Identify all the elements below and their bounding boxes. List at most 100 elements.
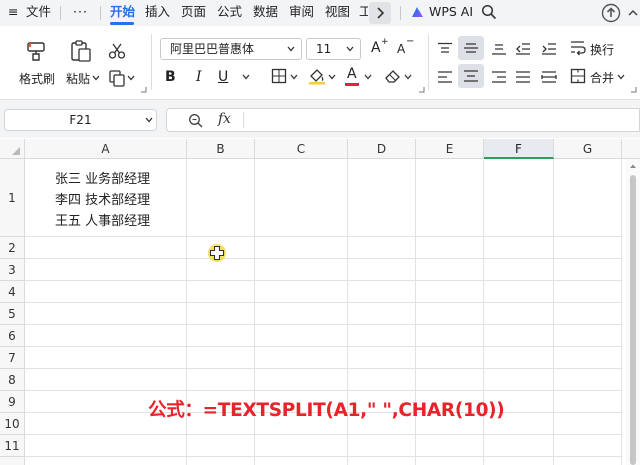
font-color-swatch xyxy=(345,83,359,86)
row-header-2[interactable]: 2 xyxy=(0,237,25,259)
formula-input[interactable]: fx xyxy=(166,108,640,132)
underline-dropdown-icon[interactable] xyxy=(242,74,250,80)
format-painter-label[interactable]: 格式刷 xyxy=(19,70,55,87)
merge-dropdown-icon[interactable] xyxy=(617,74,625,80)
format-painter-icon[interactable] xyxy=(25,40,47,62)
column-header-c[interactable]: C xyxy=(255,139,348,159)
decrease-indent-icon[interactable] xyxy=(515,42,531,56)
justify-icon[interactable] xyxy=(515,70,531,84)
copy-dropdown-icon[interactable] xyxy=(127,75,135,81)
hamburger-menu-icon[interactable]: ≡ xyxy=(8,4,18,20)
more-menu-icon[interactable]: ··· xyxy=(73,4,88,20)
grow-font-button[interactable]: A xyxy=(371,40,381,56)
column-header-g[interactable]: G xyxy=(554,139,622,159)
vertical-scrollbar[interactable] xyxy=(626,159,640,465)
file-menu[interactable]: 文件 xyxy=(26,4,51,20)
underline-button[interactable]: U xyxy=(218,69,228,85)
row-header-7[interactable]: 7 xyxy=(0,347,25,369)
align-right-icon[interactable] xyxy=(491,70,507,84)
align-bottom-icon[interactable] xyxy=(491,42,507,56)
merge-cells-icon[interactable] xyxy=(570,68,586,84)
wps-ai-button[interactable]: WPS AI xyxy=(429,4,473,20)
shrink-font-button[interactable]: A xyxy=(397,42,405,56)
font-size-select[interactable]: 11 xyxy=(306,38,361,60)
column-header-a[interactable]: A xyxy=(25,139,187,159)
column-header-d[interactable]: D xyxy=(348,139,416,159)
align-middle-icon xyxy=(464,43,478,53)
paste-dropdown-icon[interactable] xyxy=(92,75,100,81)
formula-caption: 公式：=TEXTSPLIT(A1," ",CHAR(10)) xyxy=(148,400,505,421)
row-header-11[interactable]: 11 xyxy=(0,435,25,457)
wrap-text-icon[interactable] xyxy=(570,40,586,56)
formula-separator xyxy=(243,112,244,128)
increase-indent-icon[interactable] xyxy=(541,42,557,56)
paste-label[interactable]: 粘贴 xyxy=(66,70,90,87)
font-color-button[interactable]: A xyxy=(347,66,357,82)
row-header-4[interactable]: 4 xyxy=(0,281,25,303)
tab-formula[interactable]: 公式 xyxy=(217,4,242,20)
tab-home[interactable]: 开始 xyxy=(110,4,135,20)
alignment-launcher-icon[interactable] xyxy=(630,86,637,93)
font-name-select[interactable]: 阿里巴巴普惠体 xyxy=(160,38,302,60)
grid-line xyxy=(25,368,622,369)
ribbon-separator xyxy=(151,34,152,90)
border-dropdown-icon[interactable] xyxy=(290,74,298,80)
tab-data[interactable]: 数据 xyxy=(253,4,278,20)
column-header-b[interactable]: B xyxy=(187,139,255,159)
fill-color-dropdown-icon[interactable] xyxy=(328,74,336,80)
grid-line xyxy=(25,236,622,237)
scrollbar-thumb[interactable] xyxy=(630,175,636,465)
row-header-10[interactable]: 10 xyxy=(0,413,25,435)
merge-label[interactable]: 合并 xyxy=(590,69,614,86)
cut-icon[interactable] xyxy=(108,42,126,60)
search-icon[interactable] xyxy=(481,4,497,20)
align-left-icon[interactable] xyxy=(437,70,453,84)
tab-tools-truncated[interactable]: 工 xyxy=(359,4,368,20)
chevron-right-icon xyxy=(377,7,385,19)
align-top-icon[interactable] xyxy=(437,42,453,56)
corner-triangle-icon xyxy=(12,147,20,155)
clear-dropdown-icon[interactable] xyxy=(404,74,412,80)
grid-line xyxy=(25,324,622,325)
tabs-scroll-right-button[interactable] xyxy=(369,2,391,24)
scroll-up-icon[interactable] xyxy=(629,163,637,169)
row-header-8[interactable]: 8 xyxy=(0,369,25,391)
fx-insert-function-button[interactable]: fx xyxy=(218,111,231,127)
column-header-e[interactable]: E xyxy=(416,139,484,159)
paste-icon[interactable] xyxy=(70,39,92,63)
row-header-1[interactable]: 1 xyxy=(0,159,25,237)
wrap-text-label[interactable]: 换行 xyxy=(590,41,614,58)
cell-select-cursor-icon xyxy=(209,245,225,261)
collapse-ribbon-icon[interactable] xyxy=(628,8,638,18)
zoom-search-icon[interactable] xyxy=(188,113,203,128)
font-color-dropdown-icon[interactable] xyxy=(364,74,372,80)
tab-insert[interactable]: 插入 xyxy=(145,4,170,20)
cloud-upload-icon[interactable] xyxy=(601,3,621,23)
name-box[interactable]: F21 xyxy=(4,109,157,131)
clipboard-launcher-icon[interactable] xyxy=(140,86,147,93)
tab-review[interactable]: 审阅 xyxy=(289,4,314,20)
grid-line xyxy=(25,258,622,259)
tab-view[interactable]: 视图 xyxy=(325,4,350,20)
border-icon[interactable] xyxy=(271,68,287,84)
column-header-f[interactable]: F xyxy=(484,139,554,159)
tab-page[interactable]: 页面 xyxy=(181,4,206,20)
row-header-6[interactable]: 6 xyxy=(0,325,25,347)
align-middle-button[interactable] xyxy=(458,36,484,60)
select-all-corner[interactable] xyxy=(0,139,25,159)
grid-line xyxy=(25,346,622,347)
row-header-5[interactable]: 5 xyxy=(0,303,25,325)
eraser-icon[interactable] xyxy=(384,68,402,84)
font-launcher-icon[interactable] xyxy=(418,86,425,93)
align-center-icon xyxy=(464,70,478,82)
row-header-9[interactable]: 9 xyxy=(0,391,25,413)
distributed-align-icon[interactable] xyxy=(541,70,557,84)
grid-line xyxy=(25,456,622,457)
copy-icon[interactable] xyxy=(108,69,126,87)
row-header-3[interactable]: 3 xyxy=(0,259,25,281)
bold-button[interactable]: B xyxy=(165,69,176,85)
menu-separator xyxy=(60,6,61,20)
align-center-button[interactable] xyxy=(458,64,484,88)
italic-button[interactable]: I xyxy=(196,69,202,85)
fill-color-icon[interactable] xyxy=(308,67,326,85)
